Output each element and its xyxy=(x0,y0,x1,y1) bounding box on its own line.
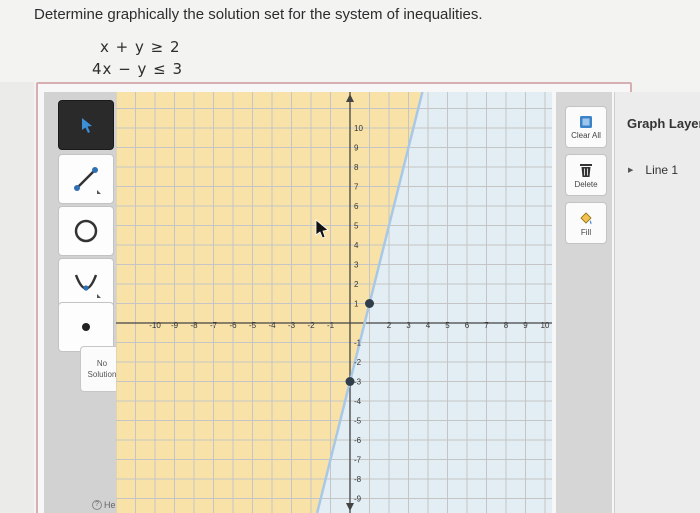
circle-icon xyxy=(74,219,98,243)
y-tick-label: -6 xyxy=(354,436,362,445)
clear-all-icon xyxy=(580,115,592,128)
inequality-1: x + y ≥ 2 xyxy=(100,38,181,56)
fill-button[interactable]: Fill xyxy=(565,202,607,244)
x-tick-label: -1 xyxy=(327,321,335,330)
point-icon xyxy=(82,323,90,331)
x-tick-label: -9 xyxy=(171,321,179,330)
y-tick-label: -4 xyxy=(354,397,362,406)
clear-all-button[interactable]: Clear All xyxy=(565,106,607,148)
x-tick-label: 3 xyxy=(406,321,411,330)
layer-item-label: Line 1 xyxy=(645,163,679,177)
x-tick-label: -10 xyxy=(149,321,161,330)
line-segment-icon xyxy=(74,167,101,194)
x-tick-label: 10 xyxy=(541,321,550,330)
select-tool-button[interactable] xyxy=(58,100,114,150)
delete-button[interactable]: Delete xyxy=(565,154,607,196)
help-icon: ? xyxy=(92,500,102,510)
x-tick-label: 7 xyxy=(484,321,489,330)
y-tick-label: -2 xyxy=(354,358,362,367)
y-tick-label: -8 xyxy=(354,475,362,484)
y-tick-label: 3 xyxy=(354,261,359,270)
y-tick-label: 5 xyxy=(354,222,359,231)
fill-label: Fill xyxy=(580,227,592,237)
circle-tool-button[interactable] xyxy=(58,206,114,256)
x-tick-label: -3 xyxy=(288,321,296,330)
x-tick-label: 4 xyxy=(426,321,431,330)
graph-area[interactable]: -10 -9 -8 -7 -6 -5 -4 -3 -2 -1 2 3 4 5 6 7 8 9 10 10 9 8 7 6 5 4 3… xyxy=(115,91,552,513)
coordinate-grid[interactable]: -10 -9 -8 -7 -6 -5 -4 -3 -2 -1 2 3 4 5 6 7 8 9 10 10 9 8 7 6 5 4 3… xyxy=(115,91,552,513)
y-tick-label: 10 xyxy=(354,124,363,133)
y-tick-label: -1 xyxy=(354,339,362,348)
y-tick-label: -3 xyxy=(354,378,362,387)
y-tick-label: 4 xyxy=(354,241,359,250)
y-tick-label: 6 xyxy=(354,202,359,211)
expand-arrow-icon[interactable]: ▶ xyxy=(628,166,633,174)
x-tick-label: -4 xyxy=(268,321,276,330)
line-point[interactable] xyxy=(365,299,374,308)
x-tick-label: 2 xyxy=(387,321,392,330)
inequality-2: 4x − y ≤ 3 xyxy=(92,60,184,78)
layer-item-line-1[interactable]: ▶ Line 1 xyxy=(628,163,678,177)
x-tick-label: -7 xyxy=(210,321,218,330)
graph-layers-panel xyxy=(614,92,700,513)
point-tool-button[interactable] xyxy=(58,302,114,352)
y-tick-label: 1 xyxy=(354,300,359,309)
x-tick-label: 5 xyxy=(445,321,450,330)
y-tick-label: 2 xyxy=(354,280,359,289)
page-left-margin xyxy=(0,82,34,513)
parabola-icon xyxy=(74,274,101,298)
y-tick-label: 7 xyxy=(354,183,359,192)
parabola-tool-button[interactable] xyxy=(58,258,114,308)
clear-all-label: Clear All xyxy=(571,130,601,140)
x-tick-label: 9 xyxy=(523,321,528,330)
x-tick-label: 6 xyxy=(465,321,470,330)
x-tick-label: -5 xyxy=(249,321,257,330)
x-tick-label: 8 xyxy=(504,321,509,330)
y-tick-label: -5 xyxy=(354,417,362,426)
delete-label: Delete xyxy=(574,179,598,189)
trash-icon xyxy=(580,163,592,177)
graph-layers-title: Graph Layers xyxy=(627,116,700,131)
question-prompt: Determine graphically the solution set f… xyxy=(34,6,483,23)
line-tool-button[interactable] xyxy=(58,154,114,204)
line-point[interactable] xyxy=(345,377,355,386)
y-tick-label: -9 xyxy=(354,495,362,504)
y-tick-label: 9 xyxy=(354,144,359,153)
x-tick-label: -8 xyxy=(190,321,198,330)
y-tick-label: 8 xyxy=(354,163,359,172)
paint-bucket-icon xyxy=(580,211,592,224)
arrow-pointer-icon xyxy=(82,118,92,133)
x-tick-label: -2 xyxy=(307,321,315,330)
no-solution-label-line1: No xyxy=(96,359,108,368)
y-tick-label: -7 xyxy=(354,456,362,465)
x-tick-label: -6 xyxy=(229,321,237,330)
no-solution-label-line2: Solution xyxy=(87,370,117,379)
